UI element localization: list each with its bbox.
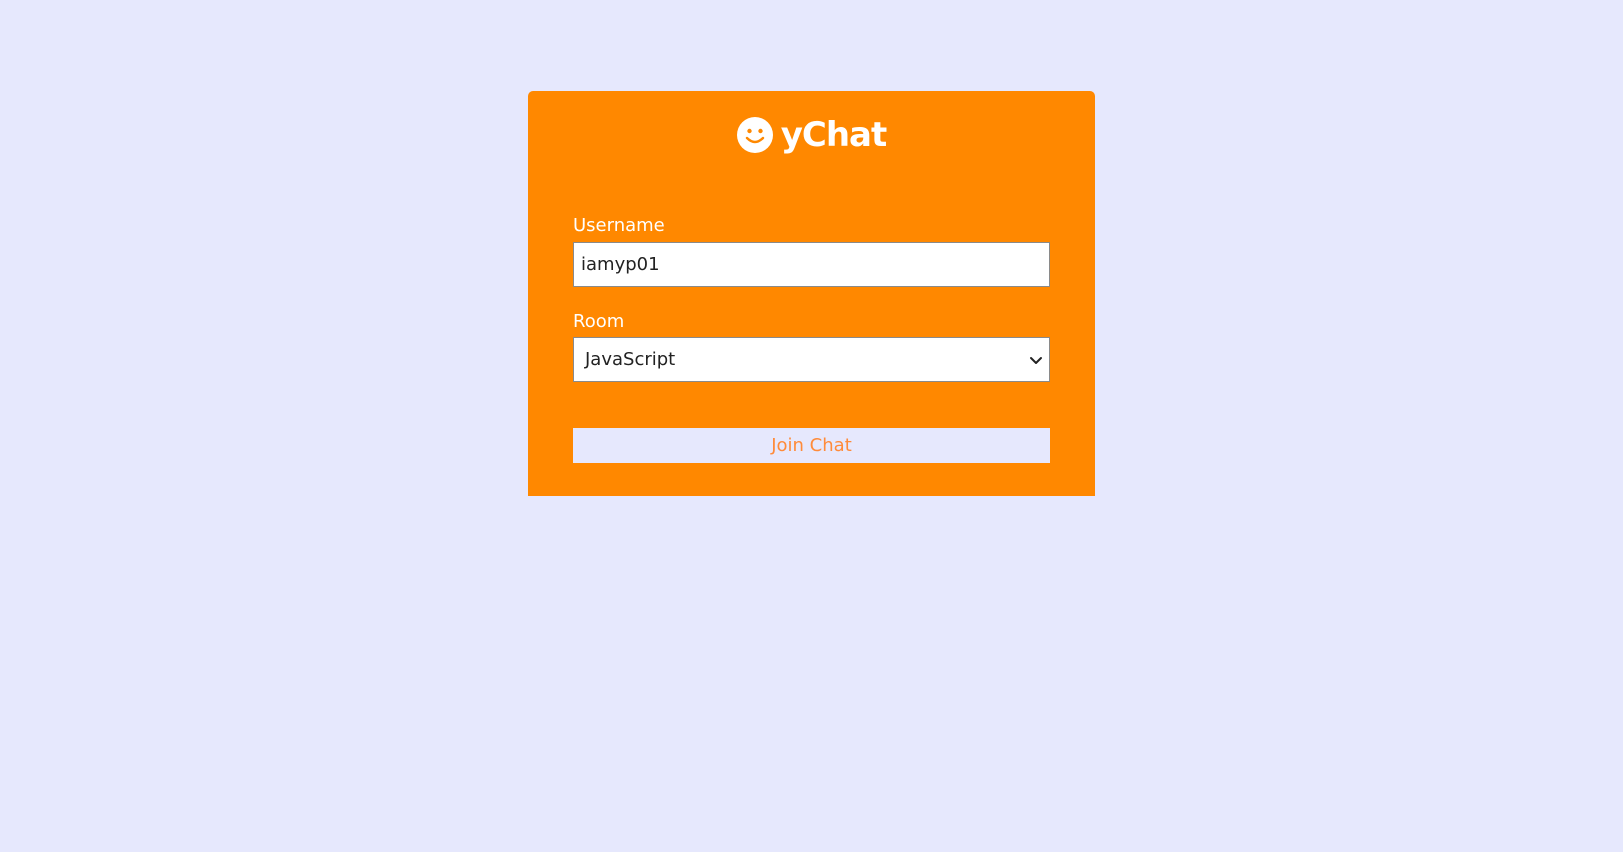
room-selected-value: JavaScript xyxy=(585,349,676,370)
username-input[interactable]: iamyp01 xyxy=(573,242,1050,287)
app-title: yChat xyxy=(780,115,888,155)
username-value: iamyp01 xyxy=(581,254,660,275)
chevron-down-icon xyxy=(1030,357,1042,364)
room-select[interactable]: JavaScript xyxy=(573,337,1050,382)
join-card: yChat Username iamyp01 Room JavaScript J… xyxy=(528,91,1095,496)
smiley-icon xyxy=(736,117,773,153)
join-chat-button[interactable]: Join Chat xyxy=(573,428,1050,463)
brand-header: yChat xyxy=(528,115,1095,155)
room-label: Room xyxy=(573,311,625,332)
username-label: Username xyxy=(573,215,665,236)
